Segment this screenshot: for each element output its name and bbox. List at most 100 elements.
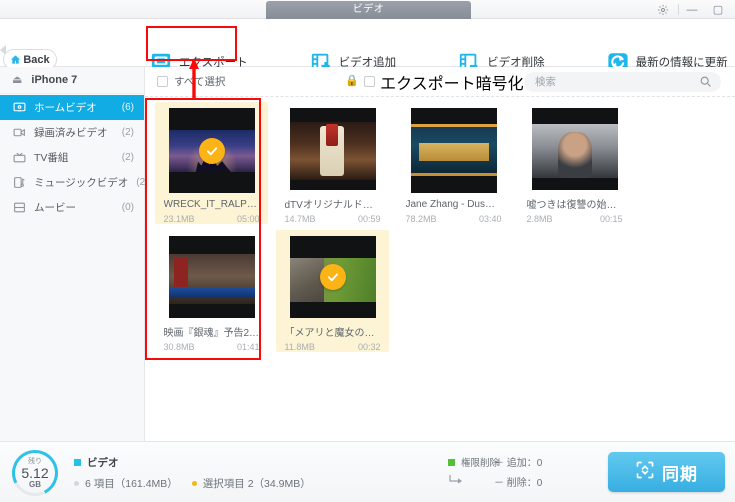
video-duration: 05:00 [236, 214, 260, 224]
selected-check-icon [319, 263, 346, 290]
selected-check-icon [198, 137, 225, 164]
music-video-icon [12, 176, 26, 190]
video-duration: 00:32 [357, 342, 381, 352]
content-toolbar: すべて選択 🔒 エクスポート暗号化 [145, 67, 735, 97]
sidebar-label: TV番組 [34, 152, 69, 164]
eject-icon[interactable]: ⏏ [12, 74, 22, 86]
video-cell[interactable]: dTVオリジナルド… 14.7MB 00:59 [276, 102, 389, 224]
video-meta: 23.1MB 05:00 [164, 214, 260, 224]
video-name: 嘘つきは復讐の始… [526, 199, 617, 210]
sidebar-item-music-video[interactable]: ミュージックビデオ (2) [0, 170, 149, 195]
thumbnail-artwork [168, 254, 255, 304]
video-name: dTVオリジナルド… [284, 199, 373, 210]
content-area: すべて選択 🔒 エクスポート暗号化 検索 WRECK_IT_RALP… 23.1… [145, 67, 735, 441]
annotation-up-arrow [189, 58, 199, 100]
status-legend-left: ビデオ 6 項目（161.4MB） 選択項目 2（34.9MB） [74, 455, 311, 491]
video-grid: WRECK_IT_RALP… 23.1MB 05:00 dTVオリジナルド… 1… [145, 97, 735, 358]
selected-text: 選択項目 2（34.9MB） [202, 478, 311, 490]
sync-button[interactable]: 同期 [608, 452, 725, 492]
sidebar-count: (2) [121, 127, 134, 138]
export-encrypt-checkbox[interactable] [364, 76, 376, 87]
video-size: 78.2MB [405, 214, 437, 224]
gear-icon[interactable] [648, 1, 678, 18]
window-tab-video[interactable]: ビデオ [266, 1, 471, 19]
sidebar-item-movies[interactable]: ムービー (0) [0, 195, 144, 220]
search-input[interactable] [524, 76, 689, 88]
sidebar: ⏏ iPhone 7 ホームビデオ (6) 録画済みビデオ (2) TV番組 (… [0, 67, 149, 441]
category-color-swatch [74, 459, 81, 466]
video-thumbnail[interactable] [531, 108, 618, 190]
video-size: 23.1MB [163, 214, 195, 224]
maximize-button[interactable]: ▢ [705, 1, 731, 18]
video-thumbnail[interactable] [410, 108, 497, 194]
video-meta: 78.2MB 03:40 [406, 214, 502, 224]
sidebar-nav: ホームビデオ (6) 録画済みビデオ (2) TV番組 (2) ミュージックビデ… [0, 94, 149, 220]
main-toolbar: Back エクスポート ビデオ追加 ビデオ削除 最新の情報に更新 [0, 19, 735, 71]
corner-arrow-icon [448, 474, 464, 487]
sidebar-item-tv-shows[interactable]: TV番組 (2) [0, 145, 144, 170]
video-name: 「メアリと魔女の… [284, 327, 375, 338]
video-cell[interactable]: WRECK_IT_RALP… 23.1MB 05:00 [155, 102, 268, 224]
video-size: 30.8MB [163, 342, 195, 352]
sidebar-label: ミュージックビデオ [34, 177, 129, 189]
sidebar-label: ホームビデオ [34, 102, 97, 114]
sidebar-count: (2) [121, 152, 134, 163]
video-thumbnail[interactable] [168, 108, 255, 194]
recorded-video-icon [12, 126, 26, 140]
sync-icon [635, 460, 655, 485]
permission-row: 権限削除 [448, 455, 499, 469]
search-icon[interactable] [699, 75, 712, 93]
video-name: Jane Zhang - Dus… [405, 199, 496, 210]
video-name: WRECK_IT_RALP… [163, 199, 257, 210]
thumbnail-artwork [289, 122, 376, 180]
sidebar-item-home-video[interactable]: ホームビデオ (6) [0, 95, 144, 120]
select-all-checkbox[interactable] [157, 76, 168, 87]
title-bar: ビデオ — ▢ [0, 0, 735, 19]
items-dot [74, 481, 79, 486]
video-duration: 01:41 [236, 342, 260, 352]
video-thumbnail[interactable] [289, 236, 376, 318]
category-row: ビデオ [74, 455, 311, 470]
video-cell[interactable]: 「メアリと魔女の… 11.8MB 00:32 [276, 230, 389, 352]
select-all-label: すべて選択 [174, 76, 226, 88]
permission-sub-row [448, 474, 499, 487]
video-name: 映画『銀魂』予告2… [163, 327, 260, 338]
search-box[interactable] [524, 72, 721, 92]
category-label: ビデオ [87, 457, 119, 469]
thumbnail-artwork [410, 124, 497, 176]
window-controls: — ▢ [648, 0, 731, 19]
items-text: 6 項目（161.4MB） [85, 478, 178, 490]
app-window: ビデオ — ▢ Back エクスポート ビデオ追加 ビデオ削除 最新の情報に更新… [0, 0, 735, 502]
video-duration: 03:40 [478, 214, 502, 224]
thumbnail-artwork [531, 124, 618, 178]
device-row[interactable]: ⏏ iPhone 7 [0, 67, 144, 94]
device-name: iPhone 7 [31, 74, 78, 86]
video-cell[interactable]: 嘘つきは復讐の始… 2.8MB 00:15 [518, 102, 631, 224]
sidebar-item-recorded-video[interactable]: 録画済みビデオ (2) [0, 120, 144, 145]
sync-label: 同期 [662, 464, 698, 484]
add-count: ＋ 追加：0 [494, 458, 543, 469]
export-encrypt-control[interactable]: 🔒 エクスポート暗号化 [345, 70, 523, 94]
sidebar-count: (0) [121, 202, 134, 213]
video-thumbnail[interactable] [168, 236, 255, 318]
home-icon [11, 55, 21, 64]
video-meta: 30.8MB 01:41 [164, 342, 260, 352]
items-count: 6 項目（161.4MB） [74, 476, 178, 491]
movie-icon [12, 201, 26, 215]
video-size: 14.7MB [284, 214, 316, 224]
video-cell[interactable]: Jane Zhang - Dus… 78.2MB 03:40 [397, 102, 510, 224]
sidebar-count: (6) [121, 102, 134, 113]
video-duration: 00:59 [357, 214, 381, 224]
video-cell[interactable]: 映画『銀魂』予告2… 30.8MB 01:41 [155, 230, 268, 352]
counts-row: 6 項目（161.4MB） 選択項目 2（34.9MB） [74, 476, 311, 491]
selected-count: 選択項目 2（34.9MB） [191, 476, 311, 491]
minimize-button[interactable]: — [679, 1, 705, 18]
video-thumbnail[interactable] [289, 108, 376, 190]
status-bar: 残り 5.12 GB ビデオ 6 項目（161.4MB） 選択項目 2（34.9… [0, 441, 735, 502]
tv-icon [12, 151, 26, 165]
back-button-label: Back [23, 53, 50, 66]
sidebar-label: ムービー [34, 202, 76, 214]
home-video-icon [12, 101, 26, 115]
status-legend-right: 権限削除 [448, 455, 499, 487]
video-size: 11.8MB [284, 342, 315, 352]
